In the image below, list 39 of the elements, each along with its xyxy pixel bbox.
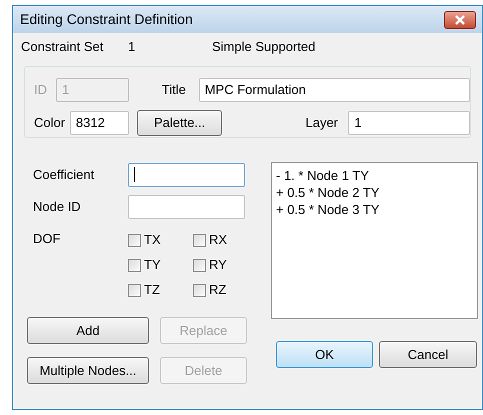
id-label: ID <box>34 81 48 100</box>
term-item[interactable]: - 1. * Node 1 TY <box>276 167 473 184</box>
constraint-set-label: Constraint Set <box>21 38 104 56</box>
text-cursor <box>134 167 135 182</box>
dof-checkbox[interactable]: TX <box>128 231 193 249</box>
palette-button[interactable]: Palette... <box>136 110 222 136</box>
color-label: Color <box>34 114 66 132</box>
checkbox[interactable] <box>128 284 141 296</box>
window-title: Editing Constraint Definition <box>20 10 193 29</box>
checkbox[interactable] <box>128 234 141 246</box>
checkbox[interactable] <box>193 284 206 296</box>
input-field[interactable]: MPC Formulation <box>198 78 470 102</box>
coefficient-label: Coefficient <box>32 166 96 184</box>
input-field[interactable] <box>128 194 245 218</box>
ok-button[interactable]: OK <box>276 341 373 368</box>
term-item[interactable]: + 0.5 * Node 3 TY <box>276 201 473 218</box>
dof-checkbox[interactable]: TY <box>128 256 193 274</box>
multiple-nodes-button[interactable]: Multiple Nodes... <box>27 357 149 384</box>
dof-checkbox[interactable]: RX <box>193 231 253 249</box>
close-icon <box>455 14 465 24</box>
close-button[interactable] <box>444 10 476 28</box>
add-button[interactable]: Add <box>27 317 149 344</box>
checkbox[interactable] <box>128 258 141 272</box>
title-label: Title <box>162 81 187 100</box>
layer-label: Layer <box>305 114 340 132</box>
dof-checkbox[interactable]: RZ <box>193 281 253 299</box>
dof-checkbox[interactable]: RY <box>193 256 253 274</box>
input-field[interactable]: 8312 <box>70 111 129 135</box>
constraint-set-name: Simple Supported <box>212 38 316 56</box>
node-id-label: Node ID <box>32 198 82 216</box>
term-item[interactable]: + 0.5 * Node 2 TY <box>276 184 473 201</box>
dof-checkbox[interactable]: TZ <box>128 281 193 299</box>
cancel-button[interactable]: Cancel <box>379 341 477 368</box>
checkbox[interactable] <box>193 234 206 246</box>
input-field[interactable] <box>128 162 245 186</box>
constraint-set-number: 1 <box>128 38 136 56</box>
dof-label: DOF <box>32 230 62 248</box>
checkbox[interactable] <box>193 258 206 272</box>
input-field[interactable]: 1 <box>348 111 470 135</box>
